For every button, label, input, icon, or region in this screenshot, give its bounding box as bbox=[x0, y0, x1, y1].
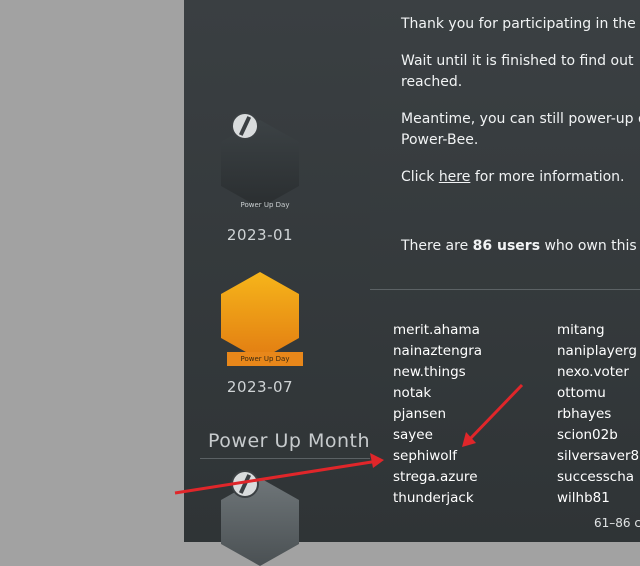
list-item[interactable]: strega.azure bbox=[393, 467, 558, 488]
section-divider bbox=[200, 458, 370, 459]
list-item[interactable]: notak bbox=[393, 383, 558, 404]
modal-text-click: Click here for more information. bbox=[401, 167, 640, 188]
badge-ribbon: Power Up Day bbox=[227, 352, 303, 366]
list-item[interactable]: sayee bbox=[393, 425, 558, 446]
owners-column-right: mitang naniplayerg nexo.voter ottomu rbh… bbox=[557, 320, 640, 509]
badge-year: 2023-01 bbox=[226, 226, 294, 244]
hive-logo-icon bbox=[231, 112, 259, 140]
section-title: Power Up Month bbox=[208, 430, 371, 452]
list-item[interactable]: nexo.voter bbox=[557, 362, 640, 383]
list-item[interactable]: pjansen bbox=[393, 404, 558, 425]
list-item[interactable]: sephiwolf bbox=[393, 446, 558, 467]
list-item[interactable]: new.things bbox=[393, 362, 558, 383]
click-suffix: for more information. bbox=[470, 169, 625, 185]
owners-suffix: who own this b bbox=[540, 238, 640, 254]
click-prefix: Click bbox=[401, 169, 439, 185]
badge-year: 2023-07 bbox=[226, 378, 294, 396]
list-item[interactable]: thunderjack bbox=[393, 488, 558, 509]
hive-logo-icon bbox=[231, 470, 259, 498]
modal-text-owners: There are 86 users who own this b bbox=[401, 236, 640, 257]
list-item[interactable]: ottomu bbox=[557, 383, 640, 404]
modal-text-thanks: Thank you for participating in the bbox=[401, 16, 636, 32]
modal-dialog: Thank you for participating in the Wait … bbox=[370, 0, 640, 542]
modal-divider bbox=[370, 289, 640, 290]
list-item[interactable]: silversaver8 bbox=[557, 446, 640, 467]
badge-power-up-month[interactable] bbox=[205, 470, 315, 566]
list-item[interactable]: nainaztengra bbox=[393, 341, 558, 362]
list-item[interactable]: mitang bbox=[557, 320, 640, 341]
modal-text-wait: Wait until it is finished to find out bbox=[401, 53, 634, 69]
owners-prefix: There are bbox=[401, 238, 473, 254]
gift-badge-icon bbox=[221, 272, 299, 360]
list-item[interactable]: successcha bbox=[557, 467, 640, 488]
owners-count: 86 users bbox=[472, 238, 541, 254]
more-info-link[interactable]: here bbox=[439, 169, 471, 185]
badge-ribbon: Power Up Day bbox=[240, 201, 290, 209]
modal-text-reached: reached. bbox=[401, 74, 463, 90]
owners-column-left: merit.ahama nainaztengra new.things nota… bbox=[393, 320, 558, 509]
pagination-label: 61–86 c bbox=[594, 516, 640, 530]
list-item[interactable]: naniplayerg bbox=[557, 341, 640, 362]
list-item[interactable]: rbhayes bbox=[557, 404, 640, 425]
page-overlay bbox=[0, 0, 184, 542]
list-item[interactable]: scion02b bbox=[557, 425, 640, 446]
list-item[interactable]: wilhb81 bbox=[557, 488, 640, 509]
badge-power-up-day-2023-07[interactable]: Power Up Day 2023-07 bbox=[205, 272, 315, 396]
badge-power-up-day-2023-01[interactable]: Power Up Day 2023-01 bbox=[205, 112, 315, 244]
modal-text-meantime: Meantime, you can still power-up o bbox=[401, 111, 640, 127]
modal-text-power-bee: Power-Bee. bbox=[401, 132, 479, 148]
list-item[interactable]: merit.ahama bbox=[393, 320, 558, 341]
